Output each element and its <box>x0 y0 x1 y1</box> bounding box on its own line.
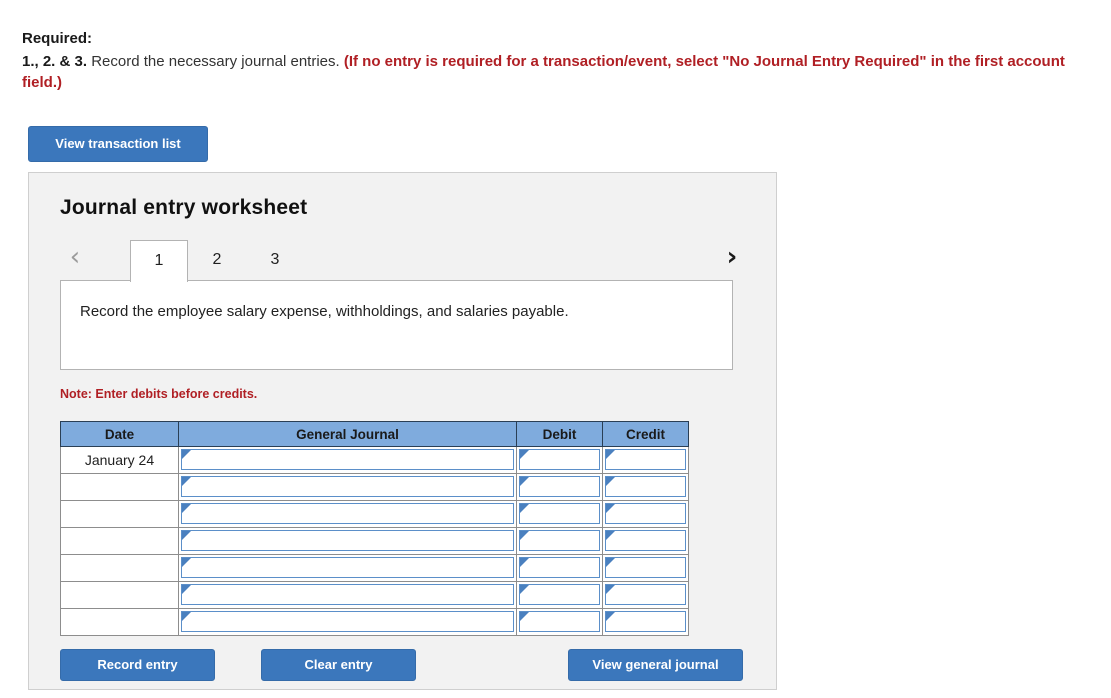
general-journal-input[interactable] <box>181 530 514 551</box>
date-cell[interactable] <box>60 608 179 636</box>
worksheet-tabstrip: ‹ 1 2 3 › <box>60 236 747 282</box>
debit-input-cell <box>516 500 603 528</box>
credit-input-cell <box>602 581 689 609</box>
table-header-row: Date General Journal Debit Credit <box>60 421 689 447</box>
debit-input-cell <box>516 446 603 474</box>
column-header-debit: Debit <box>516 421 603 447</box>
transaction-description-text: Record the employee salary expense, with… <box>80 303 569 320</box>
debit-input[interactable] <box>519 530 600 551</box>
credit-input-cell <box>602 446 689 474</box>
tab-2[interactable]: 2 <box>188 240 246 282</box>
journal-table-body: January 24 <box>60 446 689 636</box>
record-entry-button[interactable]: Record entry <box>60 649 215 681</box>
debit-input-cell <box>516 527 603 555</box>
general-journal-input[interactable] <box>181 611 514 632</box>
column-header-date: Date <box>60 421 179 447</box>
general-journal-input[interactable] <box>181 557 514 578</box>
journal-entry-worksheet-panel: Journal entry worksheet ‹ 1 2 3 › Record… <box>28 172 777 690</box>
view-transaction-list-button[interactable]: View transaction list <box>28 126 208 162</box>
chevron-right-icon[interactable]: › <box>717 239 747 275</box>
general-journal-input-cell <box>178 500 517 528</box>
table-row <box>60 527 689 555</box>
debit-input[interactable] <box>519 611 600 632</box>
credit-input[interactable] <box>605 530 686 551</box>
debit-input[interactable] <box>519 449 600 470</box>
view-general-journal-button[interactable]: View general journal <box>568 649 743 681</box>
required-instruction: 1., 2. & 3. Record the necessary journal… <box>22 51 1087 93</box>
table-row: January 24 <box>60 446 689 474</box>
table-row <box>60 554 689 582</box>
date-cell[interactable] <box>60 527 179 555</box>
debit-input-cell <box>516 581 603 609</box>
credit-input[interactable] <box>605 584 686 605</box>
credit-input[interactable] <box>605 476 686 497</box>
general-journal-input-cell <box>178 554 517 582</box>
credit-input-cell <box>602 527 689 555</box>
general-journal-input[interactable] <box>181 449 514 470</box>
page-title: Journal entry worksheet <box>60 196 308 219</box>
debit-input-cell <box>516 554 603 582</box>
column-header-credit: Credit <box>602 421 689 447</box>
debit-input[interactable] <box>519 476 600 497</box>
credit-input-cell <box>602 554 689 582</box>
debit-input[interactable] <box>519 503 600 524</box>
general-journal-input[interactable] <box>181 584 514 605</box>
tab-3[interactable]: 3 <box>246 240 304 282</box>
date-cell[interactable] <box>60 500 179 528</box>
general-journal-input-cell <box>178 473 517 501</box>
requirement-text: Record the necessary journal entries. <box>87 53 344 70</box>
credit-input[interactable] <box>605 557 686 578</box>
debit-input[interactable] <box>519 557 600 578</box>
table-row <box>60 608 689 636</box>
general-journal-input-cell <box>178 446 517 474</box>
date-cell[interactable] <box>60 581 179 609</box>
requirement-numbering: 1., 2. & 3. <box>22 53 88 70</box>
required-label: Required: <box>22 30 93 47</box>
tab-1[interactable]: 1 <box>130 240 188 282</box>
debit-input-cell <box>516 608 603 636</box>
debit-input[interactable] <box>519 584 600 605</box>
table-row <box>60 500 689 528</box>
date-cell[interactable]: January 24 <box>60 446 179 474</box>
clear-entry-button[interactable]: Clear entry <box>261 649 416 681</box>
date-cell[interactable] <box>60 554 179 582</box>
general-journal-input-cell <box>178 527 517 555</box>
general-journal-input[interactable] <box>181 476 514 497</box>
table-row <box>60 473 689 501</box>
credit-input[interactable] <box>605 503 686 524</box>
general-journal-input-cell <box>178 608 517 636</box>
credit-input-cell <box>602 608 689 636</box>
column-header-general-journal: General Journal <box>178 421 517 447</box>
date-cell[interactable] <box>60 473 179 501</box>
credit-input[interactable] <box>605 611 686 632</box>
table-row <box>60 581 689 609</box>
credit-input-cell <box>602 473 689 501</box>
credit-input-cell <box>602 500 689 528</box>
chevron-left-icon[interactable]: ‹ <box>60 239 90 275</box>
general-journal-input[interactable] <box>181 503 514 524</box>
journal-entry-table: Date General Journal Debit Credit Januar… <box>60 421 689 636</box>
debits-before-credits-note: Note: Enter debits before credits. <box>60 387 258 401</box>
transaction-description-box: Record the employee salary expense, with… <box>60 280 733 370</box>
debit-input-cell <box>516 473 603 501</box>
credit-input[interactable] <box>605 449 686 470</box>
general-journal-input-cell <box>178 581 517 609</box>
required-prompt: Required: 1., 2. & 3. Record the necessa… <box>22 28 1087 93</box>
